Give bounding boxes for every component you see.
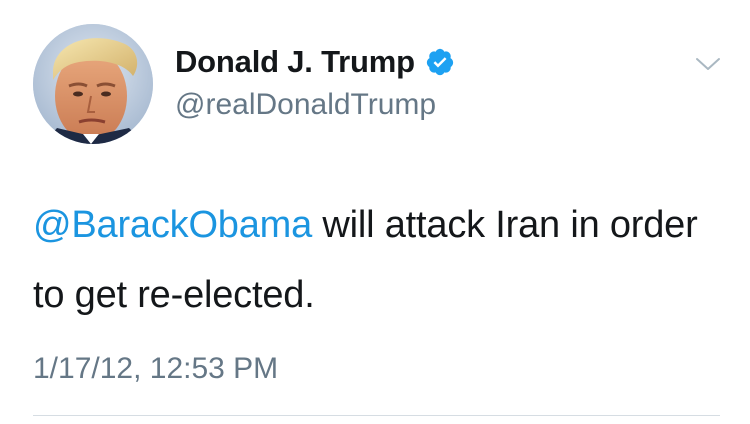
author-handle[interactable]: @realDonaldTrump — [175, 88, 436, 122]
chevron-down-icon[interactable] — [694, 53, 722, 75]
avatar-image — [33, 24, 153, 144]
tweet-text: @BarackObama will attack Iran in order t… — [33, 190, 723, 330]
tweet-card: Donald J. Trump @realDonaldTrump @Barack… — [0, 0, 750, 424]
mention-link[interactable]: @BarackObama — [33, 204, 312, 246]
divider — [33, 415, 720, 416]
verified-badge-icon — [425, 47, 455, 77]
author-name-row: Donald J. Trump — [175, 44, 455, 80]
tweet-timestamp[interactable]: 1/17/12, 12:53 PM — [33, 352, 278, 386]
display-name[interactable]: Donald J. Trump — [175, 44, 415, 80]
avatar[interactable] — [33, 24, 153, 144]
